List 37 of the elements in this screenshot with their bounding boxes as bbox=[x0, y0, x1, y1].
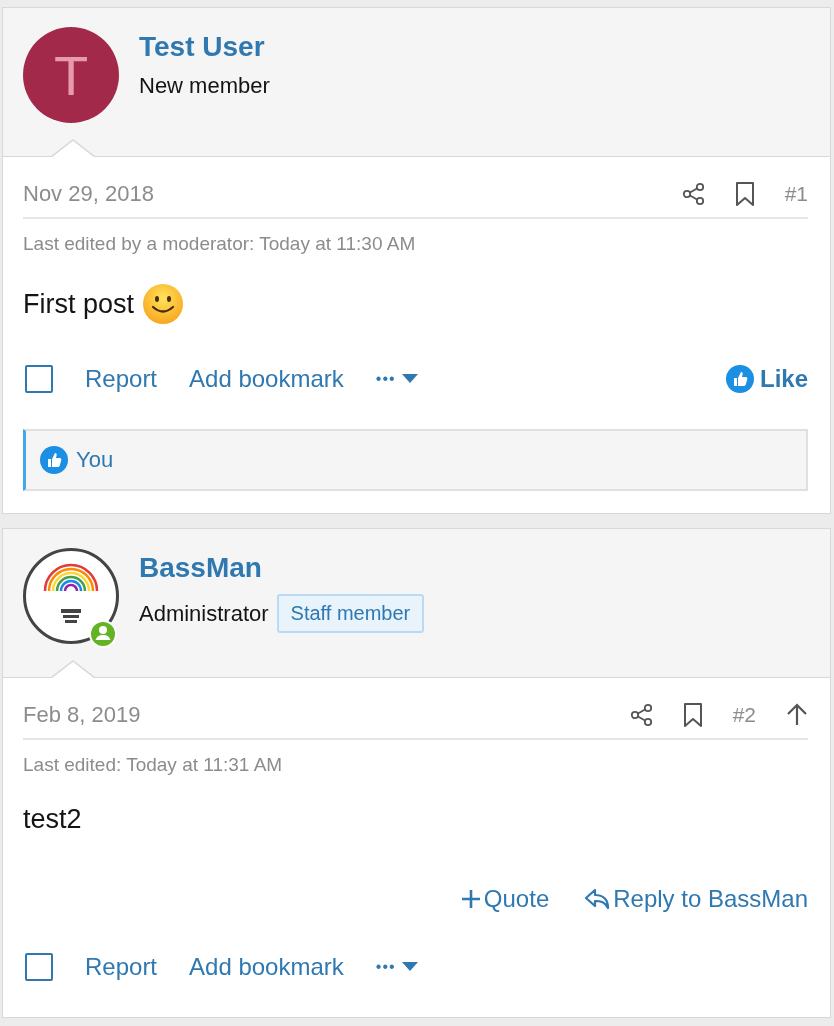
post-number[interactable]: #1 bbox=[784, 182, 808, 206]
post-text: First post bbox=[23, 288, 135, 320]
checkbox[interactable] bbox=[25, 365, 53, 393]
thumbs-up-icon bbox=[725, 365, 754, 393]
quote-link[interactable]: Quote bbox=[459, 885, 550, 913]
post-number[interactable]: #2 bbox=[732, 703, 756, 727]
user-title: New member bbox=[139, 73, 270, 99]
bookmark-link[interactable]: Add bookmark bbox=[189, 953, 344, 981]
more-menu[interactable]: ••• bbox=[375, 958, 396, 976]
report-link[interactable]: Report bbox=[85, 953, 158, 981]
user-title: Administrator bbox=[139, 600, 269, 627]
more-menu[interactable]: ••• bbox=[375, 370, 396, 388]
avatar[interactable]: T bbox=[23, 27, 119, 123]
plus-icon bbox=[459, 888, 482, 910]
username[interactable]: Test User bbox=[139, 31, 270, 63]
share-icon[interactable] bbox=[681, 182, 705, 206]
post-date[interactable]: Feb 8, 2019 bbox=[23, 702, 600, 728]
edit-note: Last edited by a moderator: Today at 11:30 AM bbox=[23, 233, 417, 255]
staff-badge: Staff member bbox=[276, 594, 425, 633]
bookmark-icon[interactable] bbox=[682, 702, 703, 728]
caret-icon[interactable] bbox=[401, 374, 418, 384]
like-button[interactable]: Like bbox=[725, 365, 808, 393]
thumbs-up-icon bbox=[40, 446, 68, 474]
likes-list[interactable]: You bbox=[76, 447, 114, 473]
bookmark-link[interactable]: Add bookmark bbox=[189, 365, 344, 393]
edit-note: Last edited: Today at 11:31 AM bbox=[23, 754, 284, 776]
username[interactable]: BassMan bbox=[139, 552, 425, 584]
caret-icon[interactable] bbox=[401, 962, 418, 972]
share-icon[interactable] bbox=[629, 703, 653, 727]
reply-link[interactable]: Reply to BassMan bbox=[583, 885, 808, 913]
post-date[interactable]: Nov 29, 2018 bbox=[23, 181, 652, 207]
reply-icon bbox=[583, 887, 612, 911]
bookmark-icon[interactable] bbox=[734, 181, 755, 207]
report-link[interactable]: Report bbox=[85, 365, 158, 393]
up-arrow-icon[interactable] bbox=[786, 703, 808, 727]
checkbox[interactable] bbox=[25, 953, 53, 981]
post-text: test2 bbox=[23, 804, 82, 835]
